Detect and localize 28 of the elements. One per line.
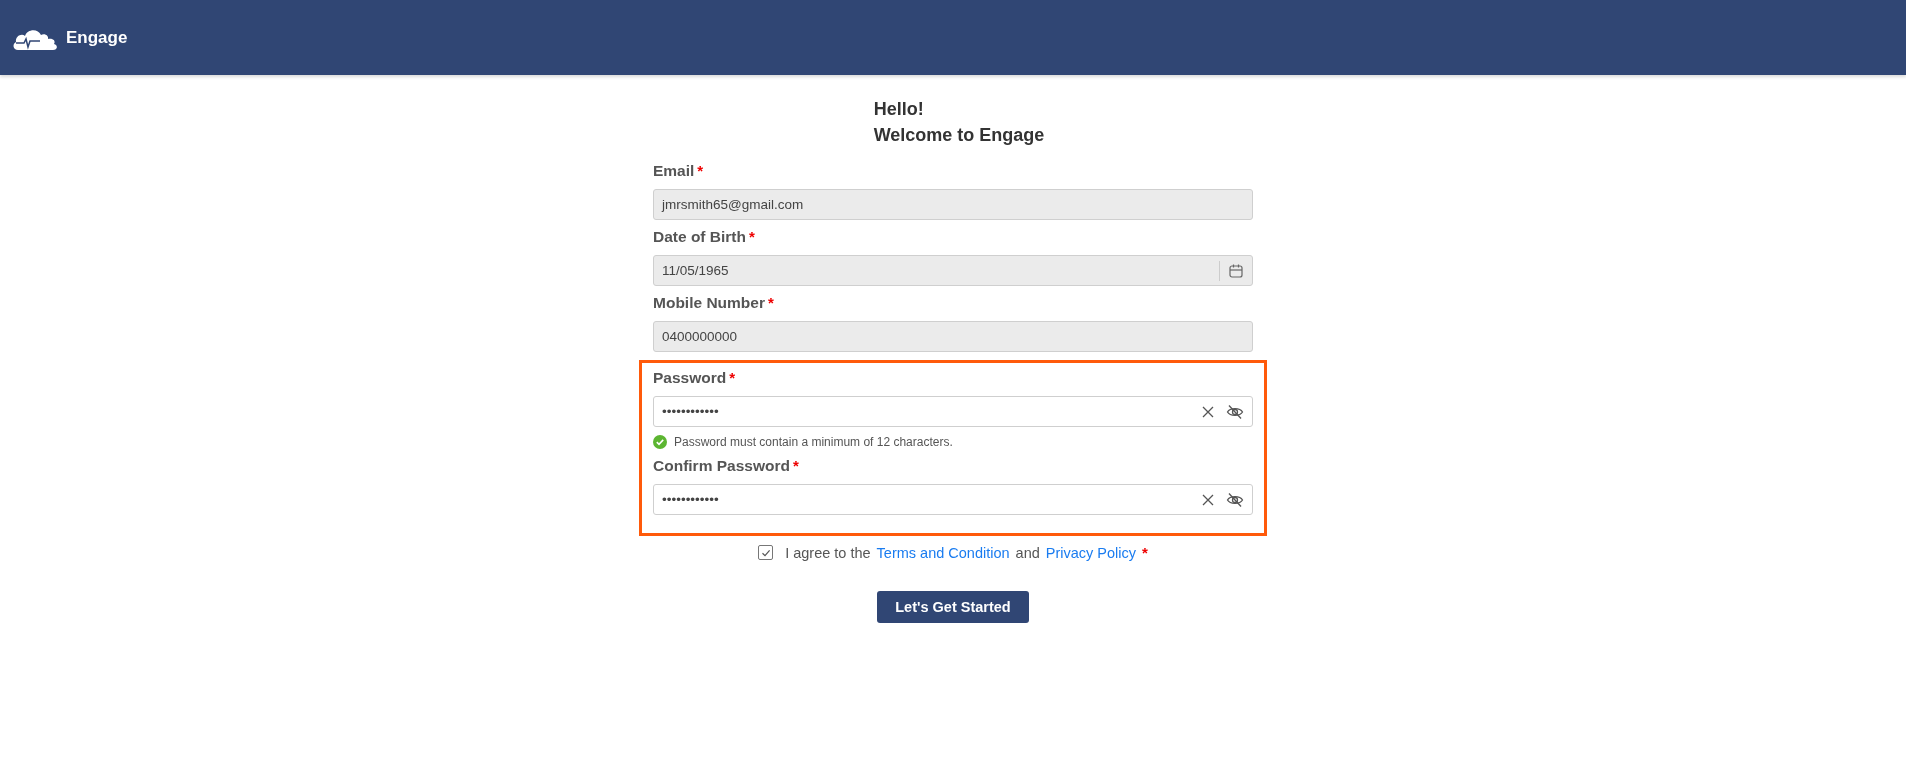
password-input-field[interactable]: •••••••••••• (653, 484, 1253, 515)
greeting-title: Hello! (873, 98, 925, 121)
required-asterisk: * (792, 457, 799, 474)
required-asterisk: * (729, 369, 736, 386)
required-asterisk: * (767, 294, 774, 311)
required-asterisk: * (1142, 544, 1148, 561)
field-label: Password (653, 369, 727, 387)
close-icon[interactable] (1202, 405, 1214, 418)
privacy-link[interactable]: Privacy Policy (1045, 544, 1137, 561)
welcome-title: Welcome to Engage (873, 124, 1045, 147)
agree-checkbox[interactable] (758, 545, 774, 560)
required-asterisk: * (697, 162, 704, 179)
close-icon[interactable] (1202, 493, 1214, 506)
required-asterisk: * (749, 228, 755, 245)
agree-text: and (1015, 544, 1040, 561)
eye-slash-icon[interactable] (1226, 491, 1244, 508)
password-hint: Password must contain a minimum of 12 characters. (674, 435, 953, 449)
field-label: Mobile Number (653, 294, 765, 312)
terms-link[interactable]: Terms and Condition (876, 544, 1010, 561)
agree-text: I agree to the (785, 544, 871, 561)
eye-slash-icon[interactable] (1226, 403, 1244, 420)
password-input-field[interactable]: •••••••••••• (653, 396, 1253, 427)
get-started-button[interactable]: Let's Get Started (877, 591, 1029, 623)
checkmark-icon (760, 547, 771, 558)
brand-name: Engage (66, 27, 128, 48)
field-label: Email (653, 162, 695, 180)
field-label: Confirm Password (653, 457, 790, 475)
field-label: Date of Birth (653, 228, 746, 246)
